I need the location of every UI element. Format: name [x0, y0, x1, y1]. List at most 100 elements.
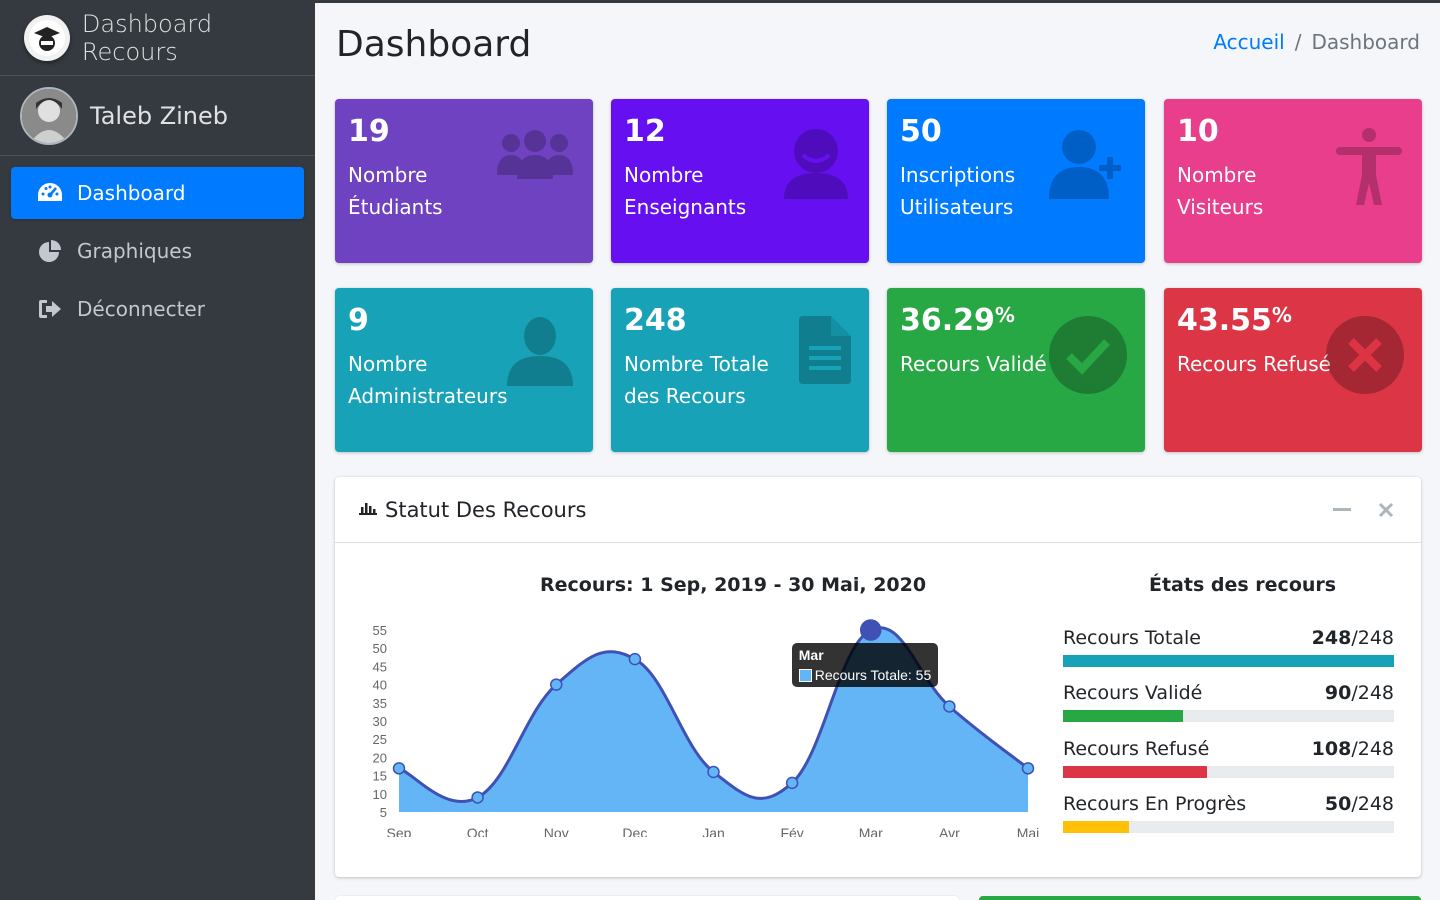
breadcrumb-home-link[interactable]: Accueil — [1213, 30, 1284, 54]
stat-box-recours-refuse[interactable]: 43.55% Recours Refusé — [1164, 288, 1422, 452]
sidebar-item-graphiques[interactable]: Graphiques — [11, 225, 304, 277]
progress-group-en-progres: Recours En Progrès 50/248 — [1063, 793, 1394, 833]
x-tick-label: Fév — [780, 825, 803, 837]
card-tools — [1331, 499, 1397, 521]
y-tick-label: 15 — [373, 769, 387, 784]
stat-box-enseignants[interactable]: 12 Nombre Enseignants — [611, 99, 869, 263]
tooltip-title: Mar — [798, 647, 824, 663]
times-circle-icon — [1326, 316, 1404, 398]
user-panel[interactable]: Taleb Zineb — [0, 76, 315, 156]
stat-box-visiteurs[interactable]: 10 Nombre Visiteurs — [1164, 99, 1422, 263]
x-tick-label: Avr — [939, 825, 960, 837]
x-tick-label: Dec — [622, 825, 647, 837]
x-tick-label: Oct — [467, 825, 489, 837]
stat-label: Nombre Étudiants — [348, 163, 443, 219]
data-point — [471, 791, 484, 804]
progress-count: 248/248 — [1311, 627, 1394, 649]
chart-title: Recours: 1 Sep, 2019 - 30 Mai, 2020 — [540, 574, 927, 596]
sidebar-item-deconnecter[interactable]: Déconnecter — [11, 283, 304, 335]
y-tick-label: 35 — [373, 696, 387, 711]
y-tick-label: 5 — [380, 805, 387, 820]
breadcrumb: Accueil / Dashboard — [1213, 30, 1420, 54]
user-icon — [505, 316, 575, 390]
check-circle-icon — [1049, 316, 1127, 398]
tooltip-swatch — [798, 669, 812, 682]
tachometer-icon — [37, 180, 63, 206]
progress-group-refuse: Recours Refusé 108/248 — [1063, 738, 1394, 778]
file-icon — [799, 316, 851, 388]
stat-box-etudiants[interactable]: 19 Nombre Étudiants — [335, 99, 593, 263]
sidebar-item-label: Dashboard — [77, 181, 186, 205]
sidebar-item-dashboard[interactable]: Dashboard — [11, 167, 304, 219]
stat-box-inscriptions[interactable]: 50 Inscriptions Utilisateurs — [887, 99, 1145, 263]
sidebar-nav: Dashboard Graphiques Déconnecter — [0, 156, 315, 335]
y-tick-label: 40 — [373, 678, 387, 693]
remove-button[interactable] — [1375, 499, 1397, 521]
data-point — [1021, 762, 1035, 775]
bottom-card-left — [335, 896, 959, 900]
tooltip-text: Recours Totale: 55 — [814, 667, 932, 683]
card-header: Statut Des Recours — [335, 477, 1421, 543]
y-tick-label: 25 — [373, 732, 387, 747]
avatar — [20, 86, 78, 145]
tooltip-body: Recours Totale: 55 — [798, 667, 932, 683]
y-tick-label: 45 — [373, 659, 387, 674]
x-tick-label: Sep — [387, 825, 412, 837]
users-icon — [495, 127, 575, 191]
bar-chart-icon — [359, 500, 377, 519]
close-icon — [1378, 502, 1394, 517]
progress-group-totale: Recours Totale 248/248 — [1063, 627, 1394, 667]
user-name: Taleb Zineb — [90, 101, 229, 130]
data-point — [785, 776, 799, 790]
user-plus-icon — [1047, 127, 1127, 203]
line-chart[interactable]: 5 10 15 20 25 30 35 40 45 50 55 Sep Oct Nov Dec Jan Fév M… — [355, 617, 1055, 837]
stat-label: Nombre Totale des Recours — [624, 352, 769, 408]
progress-count: 108/248 — [1311, 738, 1394, 760]
x-tick-label: Nov — [544, 825, 569, 837]
page-title: Dashboard — [336, 24, 532, 65]
progress-label: Recours Validé — [1063, 682, 1203, 704]
progress-label: Recours Refusé — [1063, 738, 1210, 760]
progress-count: 50/248 — [1324, 793, 1394, 815]
stat-label: Recours Refusé — [1177, 352, 1331, 376]
statut-recours-card: Statut Des Recours Recours: 1 Sep, 2019 … — [335, 477, 1421, 877]
data-point — [628, 652, 642, 666]
data-point — [392, 762, 406, 775]
x-tick-label: Mai — [1017, 825, 1040, 837]
progress-fill — [1063, 766, 1207, 778]
collapse-button[interactable] — [1331, 499, 1353, 521]
data-point — [860, 619, 882, 641]
y-tick-label: 20 — [373, 750, 387, 765]
data-point — [550, 678, 563, 691]
data-point — [943, 700, 956, 713]
stat-box-recours-valide[interactable]: 36.29% Recours Validé — [887, 288, 1145, 452]
pie-chart-icon — [37, 238, 63, 264]
sign-out-icon — [37, 296, 63, 322]
card-title: Statut Des Recours — [385, 497, 587, 522]
sidebar: Dashboard Recours Taleb Zineb Dashboard … — [0, 0, 315, 900]
stat-box-administrateurs[interactable]: 9 Nombre Administrateurs — [335, 288, 593, 452]
minus-icon — [1333, 507, 1351, 511]
progress-bar — [1063, 710, 1394, 722]
brand-logo — [24, 14, 70, 61]
progress-fill — [1063, 710, 1184, 722]
y-tick-label: 30 — [373, 714, 387, 729]
y-tick-label: 10 — [373, 787, 387, 802]
top-border — [315, 0, 1440, 3]
bottom-card-right — [979, 896, 1421, 900]
brand-link[interactable]: Dashboard Recours — [0, 0, 315, 76]
progress-bar — [1063, 655, 1394, 667]
stat-box-recours-totale[interactable]: 248 Nombre Totale des Recours — [611, 288, 869, 452]
progress-label: Recours Totale — [1063, 627, 1201, 649]
y-tick-label: 55 — [373, 623, 387, 638]
sidebar-item-label: Graphiques — [77, 239, 192, 263]
sidebar-item-label: Déconnecter — [77, 297, 205, 321]
progress-fill — [1063, 655, 1394, 667]
progress-bar — [1063, 821, 1394, 833]
teacher-icon — [781, 127, 851, 203]
data-point — [707, 765, 720, 779]
progress-group-valide: Recours Validé 90/248 — [1063, 682, 1394, 722]
breadcrumb-separator: / — [1294, 30, 1302, 54]
stat-label: Nombre Enseignants — [624, 163, 747, 219]
accessibility-icon — [1334, 127, 1404, 211]
